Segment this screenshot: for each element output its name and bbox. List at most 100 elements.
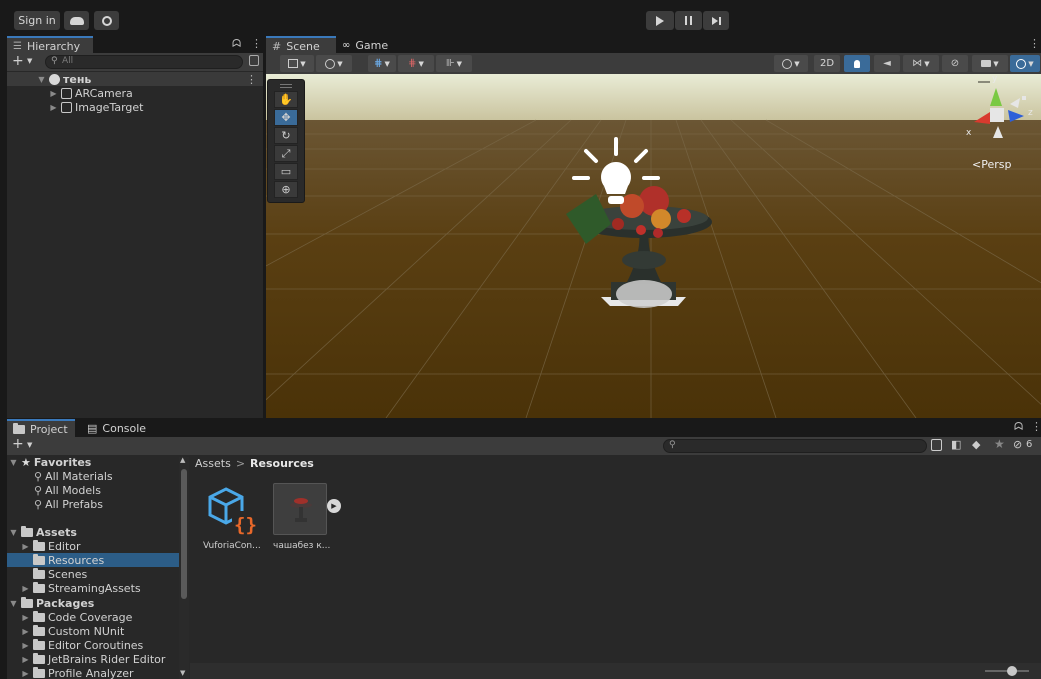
lock-icon[interactable]: ᗣ [232,37,241,51]
expand-triangle-icon[interactable]: ▶ [21,627,30,636]
cloud-button[interactable] [64,11,89,30]
expand-triangle-icon[interactable]: ▶ [21,669,30,678]
asset-vuforia-config[interactable]: {} VuforiaCon... [199,483,265,555]
grid-snap-button[interactable]: ⋕ ▼ [368,55,396,72]
package-jetbrains-rider[interactable]: ▶ JetBrains Rider Editor [21,652,165,666]
expand-triangle-icon[interactable]: ▶ [21,584,30,593]
icon-size-slider[interactable] [985,666,1029,676]
hidden-packages-icon[interactable]: ⊘ [1013,438,1022,451]
kebab-menu-icon[interactable]: ⋮ [1029,37,1040,50]
search-options-icon[interactable] [249,55,259,66]
kebab-menu-icon[interactable]: ⋮ [251,37,262,50]
breadcrumb-resources[interactable]: Resources [250,457,314,471]
expand-triangle-icon[interactable]: ▼ [9,528,18,537]
hand-tool-button[interactable]: ✋ [274,91,298,108]
tab-project[interactable]: Project [7,419,75,437]
rotate-tool-button[interactable]: ↻ [274,127,298,144]
tab-scene[interactable]: # Scene [266,36,336,54]
filter-by-type-icon[interactable]: ◧ [951,438,961,451]
snap-icon: ⋕ [408,58,417,69]
hierarchy-item-imagetarget[interactable]: ▶ ImageTarget [49,100,143,114]
audio-toggle-button[interactable]: ◄ [874,55,900,72]
orientation-gizmo[interactable]: y z x [966,74,1036,148]
y-axis-cone[interactable] [990,88,1002,106]
tree-favorites[interactable]: ▼ ★ Favorites [9,455,91,469]
chevron-down-icon[interactable]: ▼ [27,441,32,449]
increment-snap-button[interactable]: ⋕ ▼ [398,55,434,72]
tab-game[interactable]: ∞ Game [336,36,396,54]
package-code-coverage[interactable]: ▶ Code Coverage [21,610,132,624]
add-icon[interactable]: + [12,436,24,452]
slider-thumb[interactable] [1007,666,1017,676]
favorite-star-icon[interactable]: ★ [994,437,1005,451]
lighting-mode-button[interactable]: ▼ [774,55,808,72]
label-tag-icon[interactable]: ◆ [972,438,980,451]
2d-toggle-button[interactable]: 2D [814,55,840,72]
camera-settings-button[interactable]: ▼ [972,55,1008,72]
tree-scrollbar[interactable]: ▲ ▼ [179,456,189,679]
expand-triangle-icon[interactable]: ▶ [21,542,30,551]
model-thumbnail [273,483,327,535]
lighting-toggle-button[interactable] [844,55,870,72]
scene-row[interactable]: ▼ тень ⋮ [7,72,263,86]
move-tool-button[interactable]: ✥ [274,109,298,126]
search-by-type-icon[interactable] [931,439,942,451]
sign-in-button[interactable]: Sign in [14,11,60,30]
project-search-input[interactable]: ⚲ [663,439,927,453]
hierarchy-item-arcamera[interactable]: ▶ ARCamera [49,86,132,100]
visibility-toggle-button[interactable]: ⊘ [942,55,968,72]
folder-icon [33,553,45,565]
scene-viewport[interactable]: ✋ ✥ ↻ ⤢ ▭ ⊕ y z x <Persp [266,74,1041,418]
hierarchy-search-input[interactable]: ⚲ All [45,55,243,69]
tree-packages[interactable]: ▼ Packages [9,596,94,610]
expand-triangle-icon[interactable]: ▼ [37,75,46,84]
ruler-button[interactable]: ⊪ ▼ [436,55,472,72]
breadcrumb-assets[interactable]: Assets [195,457,231,471]
play-button[interactable] [646,11,674,30]
favorite-all-prefabs[interactable]: ⚲ All Prefabs [34,497,103,511]
x-axis-cone[interactable] [974,112,990,124]
kebab-menu-icon[interactable]: ⋮ [1031,420,1041,433]
package-editor-coroutines[interactable]: ▶ Editor Coroutines [21,638,143,652]
lock-icon[interactable]: ᗣ [1014,420,1023,434]
favorite-all-models[interactable]: ⚲ All Models [34,483,101,497]
expand-triangle-icon[interactable]: ▶ [49,103,58,112]
gizmos-button[interactable]: ▼ [1010,55,1040,72]
scene-menu-icon[interactable]: ⋮ [246,73,257,86]
folder-editor[interactable]: ▶ Editor [21,539,81,553]
step-button[interactable] [703,11,729,30]
expand-triangle-icon[interactable]: ▼ [9,599,18,608]
folder-scenes[interactable]: Scenes [33,567,87,581]
favorite-all-materials[interactable]: ⚲ All Materials [34,469,113,483]
chevron-down-icon[interactable]: ▼ [27,57,32,65]
expand-asset-icon[interactable]: ▶ [327,499,341,513]
expand-triangle-icon[interactable]: ▶ [49,89,58,98]
scale-tool-button[interactable]: ⤢ [274,145,298,162]
package-profile-analyzer[interactable]: ▶ Profile Analyzer [21,666,134,679]
z-axis-cone[interactable] [1008,110,1024,122]
draw-mode-button[interactable]: ▼ [280,55,314,72]
scroll-down-icon[interactable]: ▼ [180,669,185,677]
rect-tool-button[interactable]: ▭ [274,163,298,180]
render-mode-button[interactable]: ▼ [316,55,352,72]
collab-button[interactable] [94,11,119,30]
expand-triangle-icon[interactable]: ▶ [21,655,30,664]
scrollbar-thumb[interactable] [181,469,187,599]
transform-tool-button[interactable]: ⊕ [274,181,298,198]
tab-console[interactable]: ▤ Console [81,419,151,437]
add-icon[interactable]: + [12,53,24,69]
pause-button[interactable] [675,11,702,30]
effects-button[interactable]: ⋈ ▼ [903,55,939,72]
grid-icon: # [272,39,282,53]
tree-assets[interactable]: ▼ Assets [9,525,77,539]
scroll-up-icon[interactable]: ▲ [180,456,185,464]
folder-streamingassets[interactable]: ▶ StreamingAssets [21,581,141,595]
projection-label[interactable]: <Persp [972,158,1011,171]
folder-resources[interactable]: Resources [7,553,179,567]
expand-triangle-icon[interactable]: ▶ [21,641,30,650]
package-custom-nunit[interactable]: ▶ Custom NUnit [21,624,124,638]
asset-bowl-model[interactable]: ▶ чашабез к... [269,483,341,555]
expand-triangle-icon[interactable]: ▶ [21,613,30,622]
tab-hierarchy[interactable]: ☰ Hierarchy [7,36,93,54]
expand-triangle-icon[interactable]: ▼ [9,458,18,467]
